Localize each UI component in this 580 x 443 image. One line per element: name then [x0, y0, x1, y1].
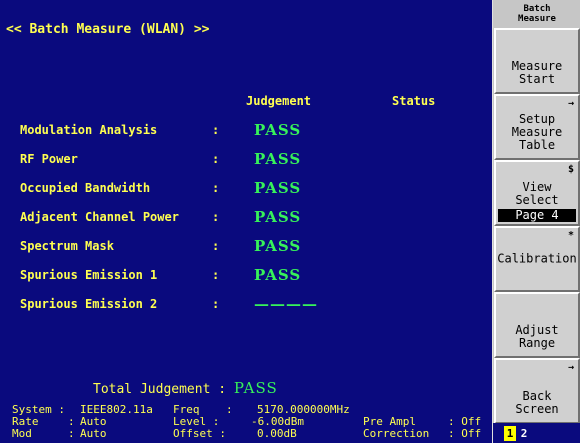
freq-separator: :	[226, 403, 233, 416]
offset-label: Offset :	[173, 427, 226, 440]
softkey-panel: Batch Measure Measure Start → Setup Meas…	[492, 0, 580, 443]
row-separator: :	[212, 210, 220, 224]
arrow-right-icon: →	[567, 362, 574, 373]
screen-title: << Batch Measure (WLAN) >>	[6, 22, 210, 37]
softkey-page-indicator: 1 2	[493, 423, 580, 443]
arrow-right-icon: →	[567, 98, 574, 109]
result-row: Adjacent Channel Power : PASS	[20, 208, 340, 228]
correction-value: : Off	[448, 427, 482, 440]
measurement-screen: << Batch Measure (WLAN) >> Judgement Sta…	[0, 0, 492, 443]
offset-value: 0.00dB	[257, 427, 297, 440]
judgement-result: PASS	[254, 266, 302, 284]
measurement-name: Spectrum Mask	[20, 239, 114, 253]
result-row: RF Power : PASS	[20, 150, 340, 170]
measurement-name: Occupied Bandwidth	[20, 181, 151, 195]
result-row: Occupied Bandwidth : PASS	[20, 179, 340, 199]
measurement-name: Spurious Emission 2	[20, 297, 158, 311]
total-judgement: Total Judgement : PASS	[93, 379, 278, 397]
mod-value: Auto	[80, 427, 107, 440]
total-judgement-value: PASS	[233, 379, 278, 397]
result-row: Spurious Emission 1 : PASS	[20, 266, 340, 286]
row-separator: :	[212, 239, 220, 253]
row-separator: :	[212, 152, 220, 166]
measurement-name: Modulation Analysis	[20, 123, 158, 137]
judgement-result: PASS	[254, 237, 302, 255]
judgement-result: ————	[254, 295, 318, 313]
measurement-name: RF Power	[20, 152, 78, 166]
result-row: Modulation Analysis : PASS	[20, 121, 340, 141]
judgement-result: PASS	[254, 121, 302, 139]
judgement-result: PASS	[254, 150, 302, 168]
total-judgement-label: Total Judgement :	[93, 382, 227, 397]
adjust-range-button[interactable]: Adjust Range	[494, 292, 580, 358]
row-separator: :	[212, 297, 220, 311]
view-select-button[interactable]: $ View Select Page 4	[494, 160, 580, 226]
column-header-status: Status	[392, 94, 436, 108]
judgement-result: PASS	[254, 179, 302, 197]
judgement-result: PASS	[254, 208, 302, 226]
asterisk-icon: *	[567, 230, 574, 241]
row-separator: :	[212, 123, 220, 137]
row-separator: :	[212, 268, 220, 282]
column-header-judgement: Judgement	[246, 94, 312, 108]
calibration-button[interactable]: * Calibration	[494, 226, 580, 292]
mod-label: Mod	[12, 427, 32, 440]
measurement-name: Spurious Emission 1	[20, 268, 158, 282]
row-separator: :	[212, 181, 220, 195]
measure-start-button[interactable]: Measure Start	[494, 28, 580, 94]
result-row: Spurious Emission 2 : ————	[20, 295, 340, 315]
page-1-tab[interactable]: 1	[504, 426, 516, 441]
setup-measure-table-button[interactable]: → Setup Measure Table	[494, 94, 580, 160]
dollar-icon: $	[567, 164, 574, 175]
correction-label: Correction	[363, 427, 430, 440]
mod-separator: :	[68, 427, 75, 440]
back-screen-button[interactable]: → Back Screen	[494, 358, 580, 424]
softkey-menu-title: Batch Measure	[518, 4, 556, 24]
view-select-current-value: Page 4	[498, 209, 576, 222]
measurement-name: Adjacent Channel Power	[20, 210, 179, 224]
page-2-tab[interactable]: 2	[518, 426, 530, 441]
result-row: Spectrum Mask : PASS	[20, 237, 340, 257]
